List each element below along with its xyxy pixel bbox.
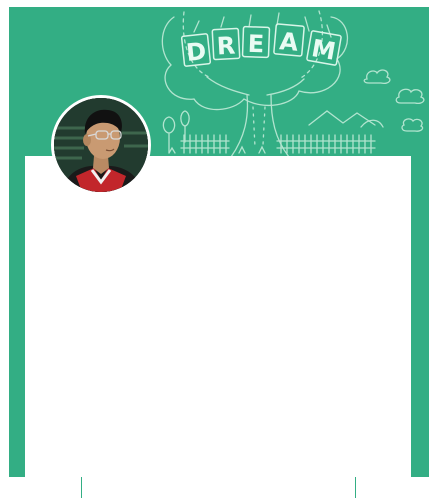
footer-divider-right (355, 477, 356, 498)
avatar-photo-icon (54, 98, 148, 192)
banner-letter-d: D (185, 37, 208, 67)
banner-letter-m: M (309, 34, 337, 66)
user-avatar[interactable] (51, 95, 151, 195)
banner-letter-a: A (278, 27, 299, 57)
banner-letter-e: E (247, 30, 264, 59)
footer-divider-left (81, 477, 82, 498)
profile-card: D R E A M (9, 7, 429, 477)
banner-letter-r: R (216, 32, 236, 61)
profile-content-panel (25, 156, 411, 477)
